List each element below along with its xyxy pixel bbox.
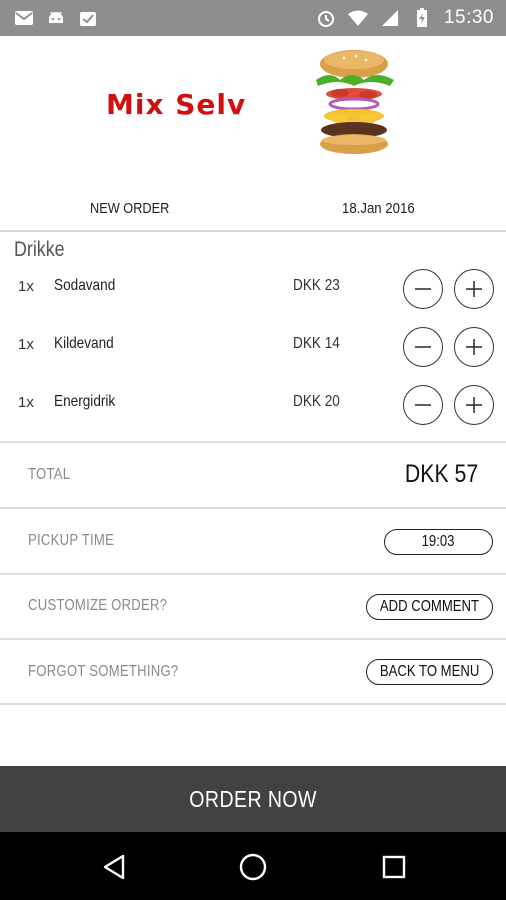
pickup-time-value: 19:03 xyxy=(422,533,455,550)
minus-icon xyxy=(415,404,431,406)
signal-icon xyxy=(380,9,400,27)
divider xyxy=(0,441,506,443)
android-icon xyxy=(46,9,66,27)
section-title: Drikke xyxy=(14,238,65,261)
item-name: Energidrik xyxy=(54,393,116,410)
plus-icon xyxy=(466,281,482,297)
decrease-quantity-button[interactable] xyxy=(403,385,443,425)
battery-charging-icon xyxy=(412,8,432,27)
item-name: Sodavand xyxy=(54,277,116,294)
decrease-quantity-button[interactable] xyxy=(403,327,443,367)
forgot-something-label: FORGOT SOMETHING? xyxy=(28,663,179,680)
divider xyxy=(0,703,506,705)
increase-quantity-button[interactable] xyxy=(454,385,494,425)
order-now-button[interactable]: ORDER NOW xyxy=(0,766,506,832)
order-now-label: ORDER NOW xyxy=(189,785,317,812)
increase-quantity-button[interactable] xyxy=(454,269,494,309)
recents-icon[interactable] xyxy=(377,850,411,884)
list-item: 1x Kildevand DKK 14 xyxy=(0,322,506,370)
alarm-icon xyxy=(316,9,336,27)
wifi-icon xyxy=(347,9,368,27)
order-date: 18.Jan 2016 xyxy=(342,200,415,217)
minus-icon xyxy=(415,346,431,348)
order-info-row: NEW ORDER 18.Jan 2016 xyxy=(0,186,506,232)
item-quantity: 1x xyxy=(18,278,34,295)
back-to-menu-label: BACK TO MENU xyxy=(379,663,480,680)
item-quantity: 1x xyxy=(18,336,34,353)
add-comment-button[interactable]: ADD COMMENT xyxy=(366,594,493,620)
total-label: TOTAL xyxy=(28,466,71,483)
divider xyxy=(0,573,506,575)
app-logo-text: Mix Selv xyxy=(106,88,247,121)
item-price: DKK 23 xyxy=(293,277,340,294)
divider xyxy=(0,638,506,640)
new-order-label: NEW ORDER xyxy=(90,200,170,217)
status-clock: 15:30 xyxy=(443,7,494,28)
back-to-menu-button[interactable]: BACK TO MENU xyxy=(366,659,493,685)
minus-icon xyxy=(415,288,431,290)
status-bar: 15:30 xyxy=(0,0,506,36)
add-comment-label: ADD COMMENT xyxy=(379,598,480,615)
mail-icon xyxy=(14,9,34,27)
item-quantity: 1x xyxy=(18,394,34,411)
header: Mix Selv xyxy=(0,36,506,166)
customize-order-label: CUSTOMIZE ORDER? xyxy=(28,597,168,614)
item-price: DKK 20 xyxy=(293,393,340,410)
pickup-time-button[interactable]: 19:03 xyxy=(384,529,493,555)
home-icon[interactable] xyxy=(236,850,270,884)
pickup-time-label: PICKUP TIME xyxy=(28,532,115,549)
burger-logo-icon xyxy=(316,50,394,154)
clipboard-check-icon xyxy=(78,9,98,27)
back-icon[interactable] xyxy=(97,850,131,884)
list-item: 1x Energidrik DKK 20 xyxy=(0,380,506,428)
divider xyxy=(0,507,506,509)
item-price: DKK 14 xyxy=(293,335,340,352)
decrease-quantity-button[interactable] xyxy=(403,269,443,309)
plus-icon xyxy=(466,339,482,355)
increase-quantity-button[interactable] xyxy=(454,327,494,367)
total-value: DKK 57 xyxy=(404,460,478,488)
list-item: 1x Sodavand DKK 23 xyxy=(0,264,506,312)
navigation-bar xyxy=(0,832,506,900)
item-name: Kildevand xyxy=(54,335,114,352)
plus-icon xyxy=(466,397,482,413)
